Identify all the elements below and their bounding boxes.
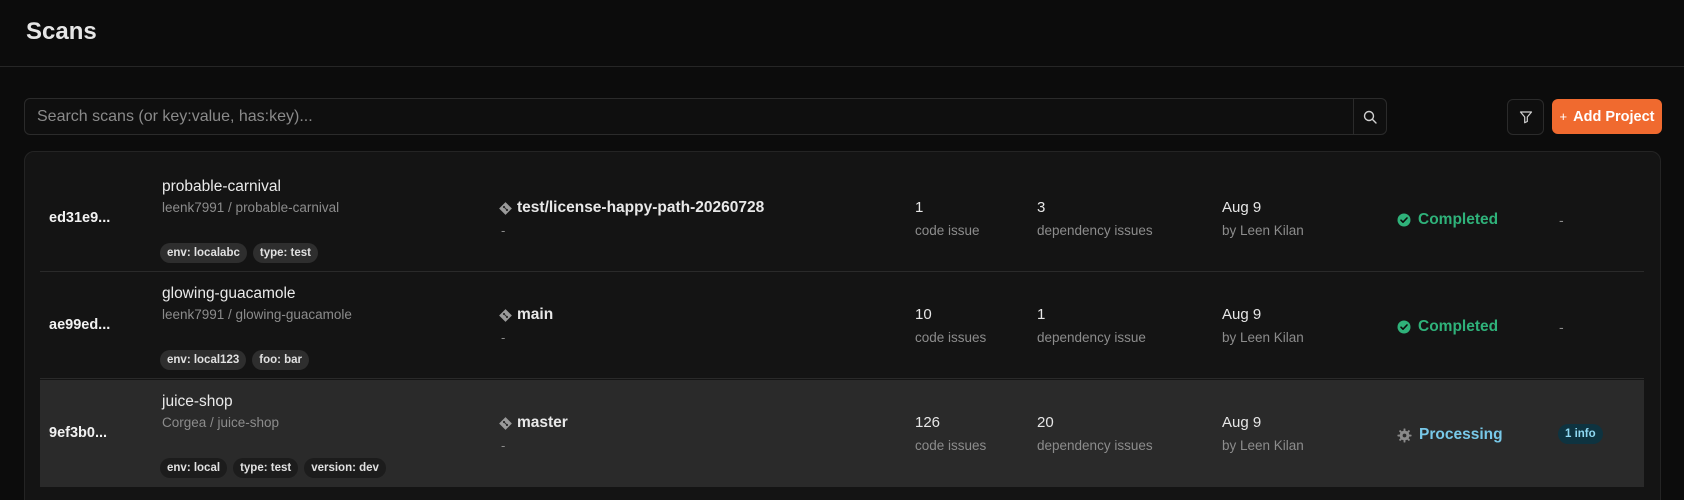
status-badge: Completed xyxy=(1397,318,1498,336)
code-issue-label: code issue xyxy=(915,223,980,238)
status-label: Completed xyxy=(1418,211,1499,228)
dependency-issue-label: dependency issue xyxy=(1037,330,1146,345)
plus-icon: + xyxy=(1559,109,1568,124)
status-badge: Completed xyxy=(1397,211,1498,229)
search-icon xyxy=(1363,110,1377,124)
branch: test/license-happy-path-20260728 xyxy=(499,199,764,217)
extra-info: - xyxy=(1559,319,1564,335)
check-circle-icon xyxy=(1397,213,1411,227)
scan-author: by Leen Kilan xyxy=(1222,438,1304,453)
dependency-issue-label: dependency issues xyxy=(1037,223,1153,238)
table-row[interactable]: 9ef3b0... juice-shop Corgea / juice-shop… xyxy=(40,380,1644,487)
project-path: leenk7991 / probable-carnival xyxy=(162,200,340,215)
project-path: Corgea / juice-shop xyxy=(162,415,280,430)
branch-name: master xyxy=(517,414,568,431)
add-project-label: Add Project xyxy=(1573,108,1655,125)
git-branch-icon xyxy=(499,308,512,322)
code-issue-count: 10 xyxy=(915,306,932,323)
tag: type: test xyxy=(252,243,318,263)
status-label: Completed xyxy=(1418,318,1499,335)
dependency-issue-count: 3 xyxy=(1037,199,1046,216)
table-row[interactable]: ed31e9... probable-carnival leenk7991 / … xyxy=(40,165,1644,272)
dependency-issue-label: dependency issues xyxy=(1037,438,1153,453)
search-input[interactable] xyxy=(25,99,1353,134)
tag: version: dev xyxy=(304,458,386,478)
scan-date: Aug 9 xyxy=(1222,306,1262,323)
branch: main xyxy=(499,306,553,324)
code-issue-label: code issues xyxy=(915,330,987,345)
project-name[interactable]: glowing-guacamole xyxy=(162,285,296,303)
project-name[interactable]: juice-shop xyxy=(162,393,233,411)
search-button[interactable] xyxy=(1353,99,1386,134)
scan-date: Aug 9 xyxy=(1222,199,1262,216)
table-row[interactable]: ae99ed... glowing-guacamole leenk7991 / … xyxy=(40,272,1644,379)
scan-id[interactable]: ae99ed... xyxy=(49,317,110,333)
gear-icon xyxy=(1397,427,1412,443)
scan-author: by Leen Kilan xyxy=(1222,330,1304,345)
branch-name: test/license-happy-path-20260728 xyxy=(517,199,765,216)
tag-list: env: local123 foo: bar xyxy=(160,350,310,370)
git-branch-icon xyxy=(499,201,512,215)
status-label: Processing xyxy=(1419,426,1503,443)
scan-author: by Leen Kilan xyxy=(1222,223,1304,238)
branch-commit: - xyxy=(501,223,506,238)
tag: env: local xyxy=(160,458,228,478)
tag-list: env: local type: test version: dev xyxy=(160,458,386,478)
tag: env: local123 xyxy=(160,350,247,370)
info-badge[interactable]: 1 info xyxy=(1558,424,1603,444)
filter-button[interactable] xyxy=(1507,99,1544,135)
add-project-button[interactable]: + Add Project xyxy=(1552,99,1662,134)
project-path: leenk7991 / glowing-guacamole xyxy=(162,307,352,322)
git-branch-icon xyxy=(499,416,512,430)
check-circle-icon xyxy=(1397,320,1411,334)
tag: type: test xyxy=(233,458,299,478)
status-badge: Processing xyxy=(1397,426,1503,444)
dependency-issue-count: 20 xyxy=(1037,414,1054,431)
project-name[interactable]: probable-carnival xyxy=(162,178,281,196)
extra-info: - xyxy=(1559,212,1564,228)
branch: master xyxy=(499,414,568,432)
filter-icon xyxy=(1519,111,1532,124)
scan-id[interactable]: ed31e9... xyxy=(49,210,110,226)
code-issue-count: 126 xyxy=(915,414,941,431)
tag: env: localabc xyxy=(160,243,247,263)
page-title: Scans xyxy=(26,18,97,45)
branch-commit: - xyxy=(501,438,506,453)
page-header: Scans xyxy=(0,0,1684,67)
code-issue-label: code issues xyxy=(915,438,987,453)
scan-date: Aug 9 xyxy=(1222,414,1262,431)
search-bar xyxy=(24,98,1387,135)
tag: foo: bar xyxy=(252,350,310,370)
code-issue-count: 1 xyxy=(915,199,924,216)
dependency-issue-count: 1 xyxy=(1037,306,1046,323)
branch-name: main xyxy=(517,306,554,323)
tag-list: env: localabc type: test xyxy=(160,243,318,263)
branch-commit: - xyxy=(501,330,506,345)
scan-id[interactable]: 9ef3b0... xyxy=(49,425,107,441)
